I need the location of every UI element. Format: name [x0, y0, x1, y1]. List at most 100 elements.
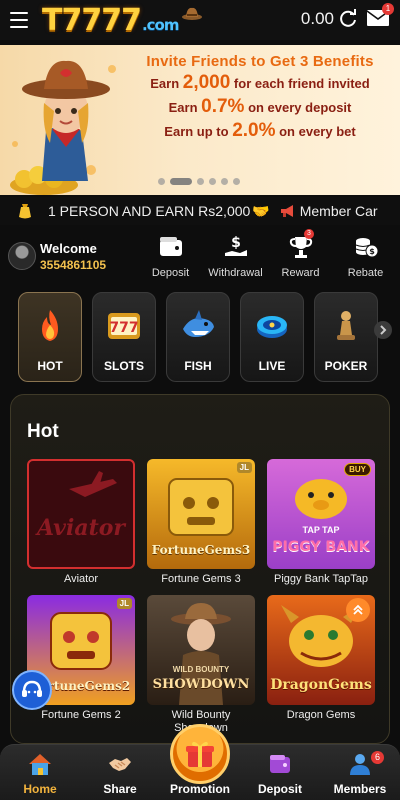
game-name: Dragon Gems	[286, 709, 356, 721]
wallet-card-icon	[270, 755, 290, 773]
flame-icon	[42, 310, 58, 341]
game-name: Piggy Bank TapTap	[274, 573, 368, 585]
chevron-up-icon	[353, 604, 363, 615]
site-logo[interactable]: T7777 .com	[42, 3, 203, 38]
nav-share[interactable]: Share	[80, 745, 160, 800]
section-title: Hot	[27, 421, 59, 442]
pagination-dot[interactable]	[209, 178, 216, 185]
game-art-text: SHOWDOWN	[152, 677, 250, 692]
slot-777-icon: 777	[108, 313, 140, 339]
pagination-dot[interactable]	[197, 178, 204, 185]
user-id: 3554861105	[40, 257, 107, 272]
cash-hand-icon: $	[224, 235, 247, 256]
members-badge: 6	[371, 751, 384, 764]
quick-actions-bar: Welcome 3554861105 Deposit $ Withdrawal …	[0, 228, 400, 284]
provider-tag: JL	[236, 462, 252, 473]
scroll-top-icon[interactable]	[346, 598, 370, 622]
withdrawal-button[interactable]: $ Withdrawal	[203, 233, 268, 279]
promo-banner[interactable]: Invite Friends to Get 3 Benefits Earn 2,…	[0, 45, 400, 195]
tab-slots[interactable]: 777 SLOTS	[92, 292, 156, 382]
chess-pawn-icon	[337, 311, 355, 340]
cowgirl-mascot-image	[10, 60, 110, 195]
handshake-icon: 🤝	[252, 202, 270, 219]
user-info[interactable]: Welcome 3554861105	[0, 241, 138, 272]
rebate-label: Rebate	[347, 267, 384, 279]
svg-text:$: $	[231, 235, 241, 251]
nav-members[interactable]: 6 Members	[320, 745, 400, 800]
gift-icon	[186, 741, 214, 767]
tab-hot[interactable]: HOT	[18, 292, 82, 382]
wallet-balance: 0.00	[300, 9, 334, 28]
nav-share-label: Share	[103, 782, 137, 796]
deposit-button[interactable]: Deposit	[138, 233, 203, 279]
tab-slots-label: SLOTS	[103, 359, 144, 373]
tab-fish[interactable]: FISH	[166, 292, 230, 382]
house-icon	[29, 754, 51, 775]
headset-icon	[22, 680, 42, 697]
pagination-dot[interactable]	[158, 178, 165, 185]
pagination-dot[interactable]	[233, 178, 240, 185]
game-card-piggy-bank[interactable]: BUY TAP TAP PIGGY BANK Piggy Bank TapTap	[267, 459, 375, 586]
hamburger-menu-icon[interactable]	[10, 12, 28, 28]
banner-title: Invite Friends to Get 3 Benefits	[146, 53, 374, 70]
customer-support-icon[interactable]	[12, 670, 52, 710]
game-name: Fortune Gems 2	[41, 709, 121, 721]
nav-promotion-label: Promotion	[170, 782, 230, 796]
cowboy-hat-icon	[181, 7, 202, 20]
reward-badge: 3	[304, 229, 314, 239]
poker-chip-icon	[257, 316, 287, 338]
nav-deposit[interactable]: Deposit	[240, 745, 320, 800]
game-card-aviator[interactable]: Aviator Aviator	[27, 459, 135, 586]
logo-domain: .com	[141, 15, 180, 34]
coins-icon: $	[355, 238, 378, 258]
announcement-marquee[interactable]: 1 PERSON AND EARN Rs2,000 🤝 Member Car	[0, 197, 400, 225]
tab-live-label: LIVE	[258, 359, 286, 373]
game-card-wild-bounty[interactable]: WILD BOUNTY SHOWDOWN Wild Bounty Showdow…	[147, 595, 255, 735]
marquee-text-2: Member Car	[299, 203, 378, 219]
banner-line-3: Earn up to 2.0% on every bet	[164, 120, 356, 141]
nav-deposit-label: Deposit	[257, 782, 302, 796]
game-art: JL FortuneGems3	[147, 459, 255, 569]
wallet-icon	[159, 237, 182, 256]
deposit-label: Deposit	[151, 267, 190, 279]
banner-text-block: Invite Friends to Get 3 Benefits Earn 2,…	[122, 53, 398, 142]
promotion-center-button[interactable]	[170, 724, 230, 784]
hot-games-panel: Hot Aviator Aviator JL FortuneGems3 Fort…	[10, 394, 390, 744]
categories-next-button[interactable]	[374, 321, 392, 339]
game-art-text-2: WILD BOUNTY	[172, 665, 230, 674]
pagination-dot[interactable]	[221, 178, 228, 185]
nav-home[interactable]: Home	[0, 745, 80, 800]
reward-label: Reward	[281, 267, 320, 279]
avatar[interactable]	[8, 242, 36, 270]
shark-icon	[183, 310, 214, 337]
game-category-tabs: HOT 777 SLOTS FISH LIVE POKER	[18, 292, 388, 382]
tab-hot-label: HOT	[37, 359, 63, 373]
tab-fish-label: FISH	[184, 359, 212, 373]
game-art: BUY TAP TAP PIGGY BANK	[267, 459, 375, 569]
svg-text:777: 777	[109, 320, 138, 336]
buy-tag: BUY	[344, 463, 371, 476]
game-art-text-2: TAP TAP	[302, 525, 340, 535]
withdrawal-label: Withdrawal	[208, 267, 263, 279]
tab-poker[interactable]: POKER	[314, 292, 378, 382]
game-name: Fortune Gems 3	[161, 573, 241, 585]
coin-bag-icon	[19, 204, 31, 219]
rebate-button[interactable]: $ Rebate	[333, 233, 398, 279]
svg-text:$: $	[369, 247, 375, 256]
refresh-icon[interactable]	[338, 9, 358, 29]
reward-button[interactable]: 3 Reward	[268, 229, 333, 279]
tab-poker-label: POKER	[324, 359, 368, 373]
members-icon	[350, 754, 370, 775]
top-header: T7777 .com 0.00 1	[0, 0, 400, 40]
chevron-right-icon	[380, 325, 387, 335]
banner-line-2: Earn 0.7% on every deposit	[168, 96, 352, 117]
megaphone-icon	[280, 205, 293, 217]
game-card-fortune-gems-3[interactable]: JL FortuneGems3 Fortune Gems 3	[147, 459, 255, 586]
nav-members-label: Members	[333, 782, 387, 796]
game-art: WILD BOUNTY SHOWDOWN	[147, 595, 255, 705]
provider-tag: JL	[116, 598, 132, 609]
welcome-label: Welcome	[40, 240, 97, 256]
tab-live[interactable]: LIVE	[240, 292, 304, 382]
pagination-dot-active[interactable]	[170, 178, 192, 185]
game-art-text: FortuneGems3	[151, 543, 251, 557]
